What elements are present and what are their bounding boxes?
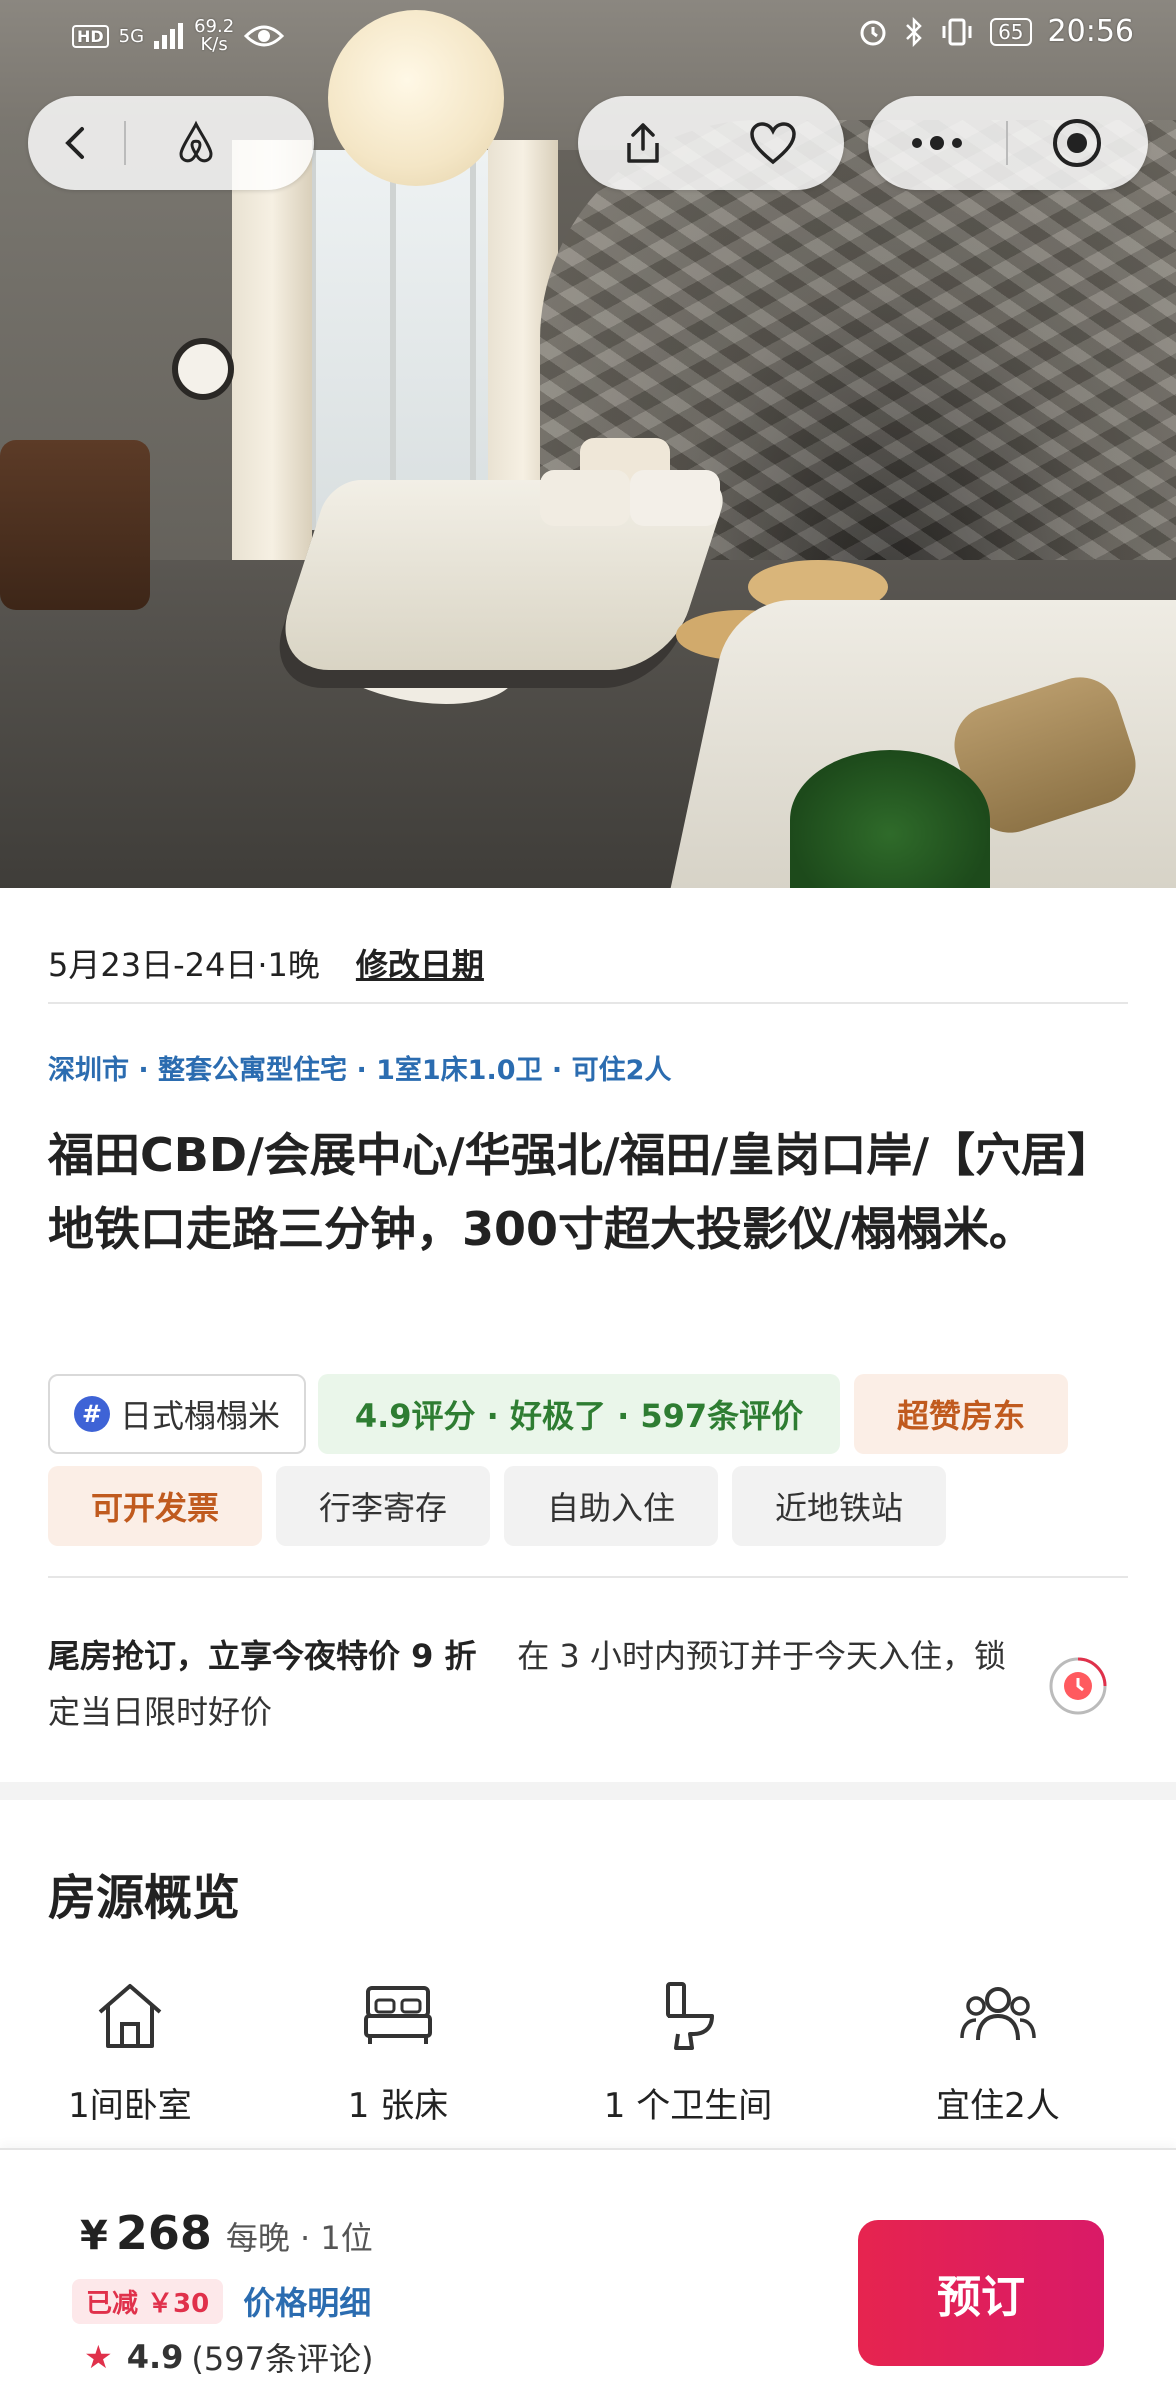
brand-button[interactable] bbox=[126, 96, 266, 190]
toilet-icon bbox=[666, 1982, 714, 2050]
house-icon bbox=[98, 1984, 162, 2048]
eye-icon bbox=[244, 25, 285, 47]
overview-item-bathroom: 1 个卫生间 bbox=[558, 1978, 818, 2127]
date-row: 5月23日-24日·1晚 修改日期 bbox=[48, 924, 1128, 1004]
photo-curtain-left bbox=[232, 140, 312, 570]
nav-actions-group bbox=[578, 96, 844, 190]
photo-chair bbox=[0, 440, 150, 610]
miniprogram-capsule bbox=[868, 96, 1148, 190]
price-detail-link[interactable]: 价格明细 bbox=[243, 2278, 371, 2324]
booking-bar: ¥ 268 每晚 · 1位 已减 ￥30 价格明细 ★ 4.9 (597条评论)… bbox=[0, 2148, 1176, 2400]
bed-icon bbox=[364, 1986, 432, 2044]
nightly-price: 268 bbox=[115, 2206, 212, 2260]
signal-icon bbox=[154, 23, 184, 49]
overview-item-bedroom: 1间卧室 bbox=[0, 1978, 260, 2127]
book-button[interactable]: 预订 bbox=[858, 2220, 1104, 2366]
change-dates-link[interactable]: 修改日期 bbox=[356, 940, 484, 986]
more-button[interactable] bbox=[868, 96, 1006, 190]
rating-summary[interactable]: ★ 4.9 (597条评论) bbox=[84, 2334, 373, 2380]
hashtag-icon: # bbox=[73, 1396, 110, 1432]
photo-plant bbox=[790, 750, 990, 888]
airbnb-logo-icon bbox=[179, 120, 213, 163]
stay-dates: 5月23日-24日·1晚 bbox=[48, 946, 320, 984]
self-checkin-tag[interactable]: 自助入住 bbox=[504, 1466, 718, 1546]
guests-icon bbox=[960, 1987, 1036, 2041]
battery-indicator: 65 bbox=[990, 17, 1032, 46]
price-block: ¥ 268 每晚 · 1位 bbox=[80, 2206, 373, 2260]
currency-symbol: ¥ bbox=[80, 2213, 108, 2259]
discount-badge: 已减 ￥30 bbox=[72, 2278, 224, 2324]
promo-headline: 尾房抢订，立享今夜特价 9 折 bbox=[48, 1637, 477, 1675]
back-button[interactable] bbox=[28, 96, 124, 190]
more-dots-icon bbox=[912, 136, 962, 150]
alarm-icon bbox=[860, 20, 886, 45]
signal-type: 5G bbox=[118, 25, 145, 47]
listing-title: 福田CBD/会展中心/华强北/福田/皇岗口岸/【穴居】地铁口走路三分钟，300寸… bbox=[48, 1128, 1114, 1256]
listing-meta: 深圳市 · 整套公寓型住宅 · 1室1床1.0卫 · 可住2人 bbox=[48, 1055, 672, 1086]
divider bbox=[48, 1576, 1128, 1578]
status-bar: HD 5G 69.2 K/s 65 20:56 bbox=[0, 0, 1176, 72]
invoice-tag[interactable]: 可开发票 bbox=[48, 1466, 262, 1546]
promo-banner[interactable]: 尾房抢订，立享今夜特价 9 折 在 3 小时内预订并于今天入住，锁定当日限时好价 bbox=[48, 1628, 1008, 1740]
share-icon bbox=[627, 123, 659, 163]
luggage-tag[interactable]: 行李寄存 bbox=[276, 1466, 490, 1546]
star-icon: ★ bbox=[84, 2338, 113, 2376]
rating-value: 4.9 bbox=[126, 2338, 184, 2376]
timer-icon bbox=[1049, 1657, 1107, 1715]
near-subway-tag[interactable]: 近地铁站 bbox=[732, 1466, 946, 1546]
photo-pillow bbox=[540, 470, 630, 526]
nav-left-group bbox=[28, 96, 314, 190]
close-miniprogram-button[interactable] bbox=[1008, 96, 1146, 190]
photo-pillow bbox=[630, 470, 720, 526]
favorite-button[interactable] bbox=[708, 96, 838, 190]
overview-item-bed: 1 张床 bbox=[268, 1978, 528, 2127]
overview-item-guests: 宜住2人 bbox=[868, 1978, 1128, 2127]
bluetooth-icon bbox=[906, 16, 922, 47]
price-unit: 每晚 · 1位 bbox=[225, 2219, 373, 2257]
chevron-left-icon bbox=[65, 127, 84, 159]
target-icon bbox=[1053, 119, 1101, 167]
superhost-tag[interactable]: 超赞房东 bbox=[854, 1374, 1068, 1454]
discount-row: 已减 ￥30 价格明细 bbox=[72, 2278, 371, 2324]
photo-wall-clock bbox=[172, 338, 234, 400]
share-button[interactable] bbox=[578, 96, 708, 190]
hd-indicator: HD bbox=[72, 24, 109, 48]
clock-time: 20:56 bbox=[1047, 14, 1134, 49]
rating-tag[interactable]: 4.9评分 · 好极了 · 597条评价 bbox=[318, 1374, 840, 1454]
review-count: (597条评论) bbox=[191, 2340, 374, 2378]
section-separator bbox=[0, 1782, 1176, 1800]
vibrate-icon bbox=[942, 18, 972, 45]
heart-icon bbox=[750, 122, 796, 165]
network-speed: 69.2 K/s bbox=[194, 16, 235, 55]
overview-title: 房源概览 bbox=[48, 1870, 241, 1926]
tag-item[interactable]: # 日式榻榻米 bbox=[48, 1374, 306, 1454]
